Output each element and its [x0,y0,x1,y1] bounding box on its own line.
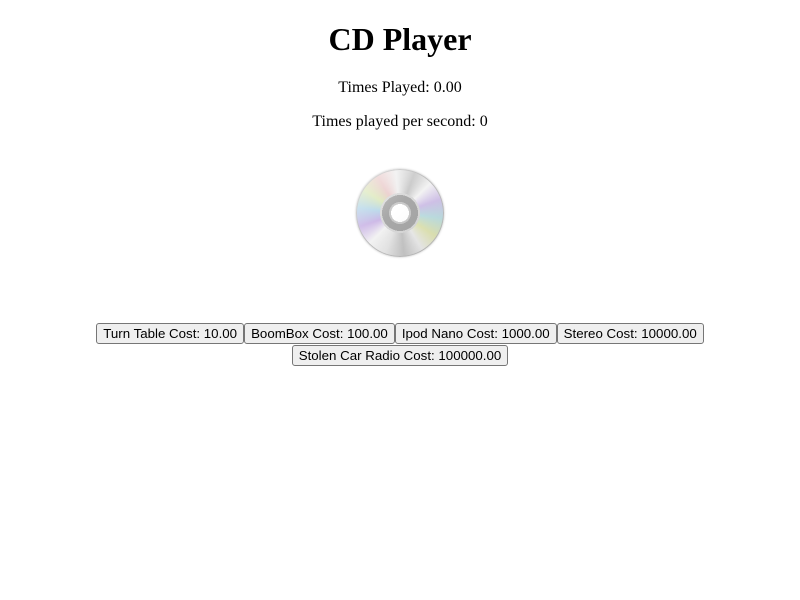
cd-shine [356,169,444,257]
buy-turn-table-button[interactable]: Turn Table Cost: 10.00 [96,323,245,344]
times-played-label: Times Played: [338,79,430,96]
times-played-value: 0.00 [433,79,462,96]
cd-container [0,169,800,259]
buy-stolen-car-radio-button[interactable]: Stolen Car Radio Cost: 100000.00 [291,345,509,366]
buy-ipod-nano-button[interactable]: Ipod Nano Cost: 1000.00 [394,323,557,344]
buy-boombox-button[interactable]: BoomBox Cost: 100.00 [244,323,395,344]
plays-per-second-stat: Times played per second: 0 [0,112,800,132]
upgrade-shop: Turn Table Cost: 10.00 BoomBox Cost: 100… [0,323,800,366]
plays-per-second-value: 0 [479,113,488,130]
buy-stereo-button[interactable]: Stereo Cost: 10000.00 [556,323,704,344]
shop-row: Stolen Car Radio Cost: 100000.00 [0,345,800,366]
plays-per-second-label: Times played per second: [312,113,476,130]
shop-row: Turn Table Cost: 10.00 BoomBox Cost: 100… [0,323,800,344]
cd-disc-icon[interactable] [356,169,444,257]
page-title: CD Player [328,21,472,57]
times-played-stat: Times Played: 0.00 [0,78,800,98]
